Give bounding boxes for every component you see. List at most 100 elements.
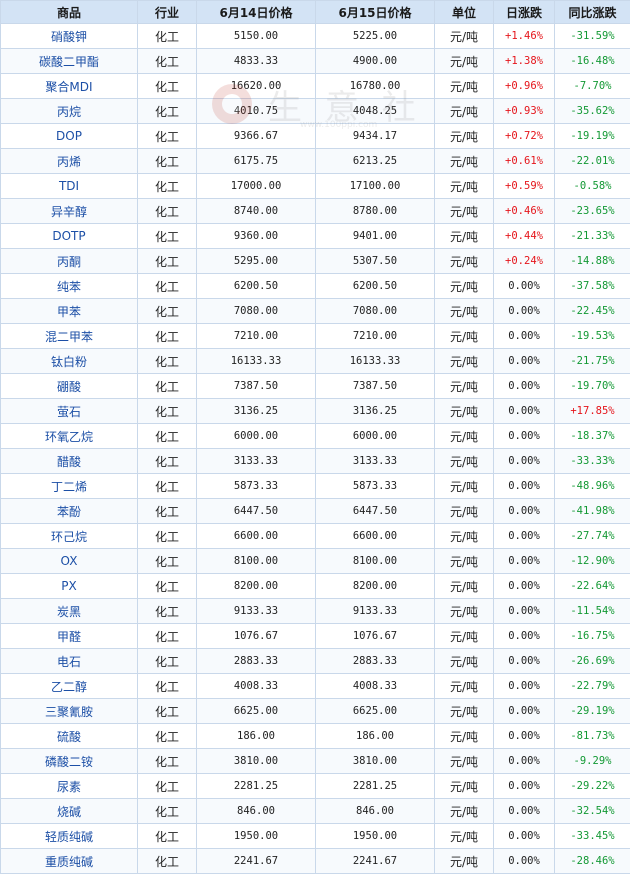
product-name-link[interactable]: 轻质纯碱	[0, 823, 138, 849]
product-name-link[interactable]: 混二甲苯	[0, 323, 138, 349]
product-name-link[interactable]: 硼酸	[0, 373, 138, 399]
product-name-link[interactable]: 硝酸钾	[0, 23, 138, 49]
yoy-change-cell: -0.58%	[554, 173, 630, 199]
daily-change-cell: 0.00%	[493, 748, 555, 774]
industry-cell: 化工	[137, 798, 197, 824]
product-name-link[interactable]: 聚合MDI	[0, 73, 138, 99]
price-jun15-cell: 4900.00	[315, 48, 435, 74]
daily-change-cell: 0.00%	[493, 323, 555, 349]
header-price-jun15: 6月15日价格	[315, 0, 435, 24]
product-name-link[interactable]: 异辛醇	[0, 198, 138, 224]
product-name-link[interactable]: 重质纯碱	[0, 848, 138, 874]
product-name-link[interactable]: 电石	[0, 648, 138, 674]
product-name-link[interactable]: 环己烷	[0, 523, 138, 549]
daily-change-cell: +0.44%	[493, 223, 555, 249]
product-name-link[interactable]: OX	[0, 548, 138, 574]
unit-cell: 元/吨	[434, 298, 494, 324]
product-name-link[interactable]: 尿素	[0, 773, 138, 799]
table-row: 电石 化工 2883.33 2883.33 元/吨 0.00% -26.69%	[0, 648, 630, 674]
daily-change-cell: +1.38%	[493, 48, 555, 74]
table-row: 硼酸 化工 7387.50 7387.50 元/吨 0.00% -19.70%	[0, 373, 630, 399]
product-name-link[interactable]: 磷酸二铵	[0, 748, 138, 774]
table-row: 混二甲苯 化工 7210.00 7210.00 元/吨 0.00% -19.53%	[0, 323, 630, 349]
industry-cell: 化工	[137, 73, 197, 99]
product-name-link[interactable]: 烧碱	[0, 798, 138, 824]
product-name-link[interactable]: 丙烷	[0, 98, 138, 124]
table-row: 聚合MDI 化工 16620.00 16780.00 元/吨 +0.96% -7.70%	[0, 73, 630, 99]
product-name-link[interactable]: 钛白粉	[0, 348, 138, 374]
unit-cell: 元/吨	[434, 173, 494, 199]
table-row: OX 化工 8100.00 8100.00 元/吨 0.00% -12.90%	[0, 548, 630, 574]
industry-cell: 化工	[137, 373, 197, 399]
yoy-change-cell: -35.62%	[554, 98, 630, 124]
product-name-link[interactable]: 苯酚	[0, 498, 138, 524]
table-row: TDI 化工 17000.00 17100.00 元/吨 +0.59% -0.58%	[0, 173, 630, 199]
product-name-link[interactable]: 环氧乙烷	[0, 423, 138, 449]
product-name-link[interactable]: 丁二烯	[0, 473, 138, 499]
table-row: 钛白粉 化工 16133.33 16133.33 元/吨 0.00% -21.75%	[0, 348, 630, 374]
price-jun14-cell: 2241.67	[196, 848, 316, 874]
unit-cell: 元/吨	[434, 98, 494, 124]
yoy-change-cell: -19.70%	[554, 373, 630, 399]
yoy-change-cell: -9.29%	[554, 748, 630, 774]
daily-change-cell: 0.00%	[493, 348, 555, 374]
table-row: 丙烯 化工 6175.75 6213.25 元/吨 +0.61% -22.01%	[0, 148, 630, 174]
price-jun15-cell: 6625.00	[315, 698, 435, 724]
price-jun14-cell: 3810.00	[196, 748, 316, 774]
unit-cell: 元/吨	[434, 848, 494, 874]
price-jun14-cell: 846.00	[196, 798, 316, 824]
daily-change-cell: +0.46%	[493, 198, 555, 224]
product-name-link[interactable]: TDI	[0, 173, 138, 199]
price-jun15-cell: 16780.00	[315, 73, 435, 99]
price-jun15-cell: 3133.33	[315, 448, 435, 474]
table-row: 丁二烯 化工 5873.33 5873.33 元/吨 0.00% -48.96%	[0, 473, 630, 499]
price-jun14-cell: 2281.25	[196, 773, 316, 799]
industry-cell: 化工	[137, 623, 197, 649]
unit-cell: 元/吨	[434, 773, 494, 799]
price-jun15-cell: 1076.67	[315, 623, 435, 649]
price-jun14-cell: 6200.50	[196, 273, 316, 299]
industry-cell: 化工	[137, 173, 197, 199]
yoy-change-cell: -26.69%	[554, 648, 630, 674]
yoy-change-cell: -7.70%	[554, 73, 630, 99]
price-jun14-cell: 3133.33	[196, 448, 316, 474]
product-name-link[interactable]: 丙酮	[0, 248, 138, 274]
price-jun14-cell: 6175.75	[196, 148, 316, 174]
daily-change-cell: +0.93%	[493, 98, 555, 124]
table-row: DOP 化工 9366.67 9434.17 元/吨 +0.72% -19.19%	[0, 123, 630, 149]
table-row: 硫酸 化工 186.00 186.00 元/吨 0.00% -81.73%	[0, 723, 630, 749]
product-name-link[interactable]: 乙二醇	[0, 673, 138, 699]
product-name-link[interactable]: 萤石	[0, 398, 138, 424]
yoy-change-cell: -12.90%	[554, 548, 630, 574]
product-name-link[interactable]: 炭黑	[0, 598, 138, 624]
price-jun15-cell: 4048.25	[315, 98, 435, 124]
product-name-link[interactable]: 丙烯	[0, 148, 138, 174]
product-name-link[interactable]: 三聚氰胺	[0, 698, 138, 724]
price-jun14-cell: 6000.00	[196, 423, 316, 449]
price-jun14-cell: 5150.00	[196, 23, 316, 49]
product-name-link[interactable]: 甲苯	[0, 298, 138, 324]
product-name-link[interactable]: 碳酸二甲酯	[0, 48, 138, 74]
unit-cell: 元/吨	[434, 498, 494, 524]
unit-cell: 元/吨	[434, 548, 494, 574]
daily-change-cell: 0.00%	[493, 773, 555, 799]
price-jun14-cell: 6625.00	[196, 698, 316, 724]
daily-change-cell: +0.59%	[493, 173, 555, 199]
product-name-link[interactable]: 硫酸	[0, 723, 138, 749]
product-name-link[interactable]: 醋酸	[0, 448, 138, 474]
industry-cell: 化工	[137, 598, 197, 624]
product-name-link[interactable]: DOP	[0, 123, 138, 149]
product-name-link[interactable]: 甲醛	[0, 623, 138, 649]
yoy-change-cell: -11.54%	[554, 598, 630, 624]
product-name-link[interactable]: PX	[0, 573, 138, 599]
price-jun15-cell: 3136.25	[315, 398, 435, 424]
yoy-change-cell: -23.65%	[554, 198, 630, 224]
industry-cell: 化工	[137, 823, 197, 849]
industry-cell: 化工	[137, 423, 197, 449]
product-name-link[interactable]: DOTP	[0, 223, 138, 249]
unit-cell: 元/吨	[434, 373, 494, 399]
yoy-change-cell: -16.48%	[554, 48, 630, 74]
unit-cell: 元/吨	[434, 623, 494, 649]
product-name-link[interactable]: 纯苯	[0, 273, 138, 299]
price-jun15-cell: 6447.50	[315, 498, 435, 524]
